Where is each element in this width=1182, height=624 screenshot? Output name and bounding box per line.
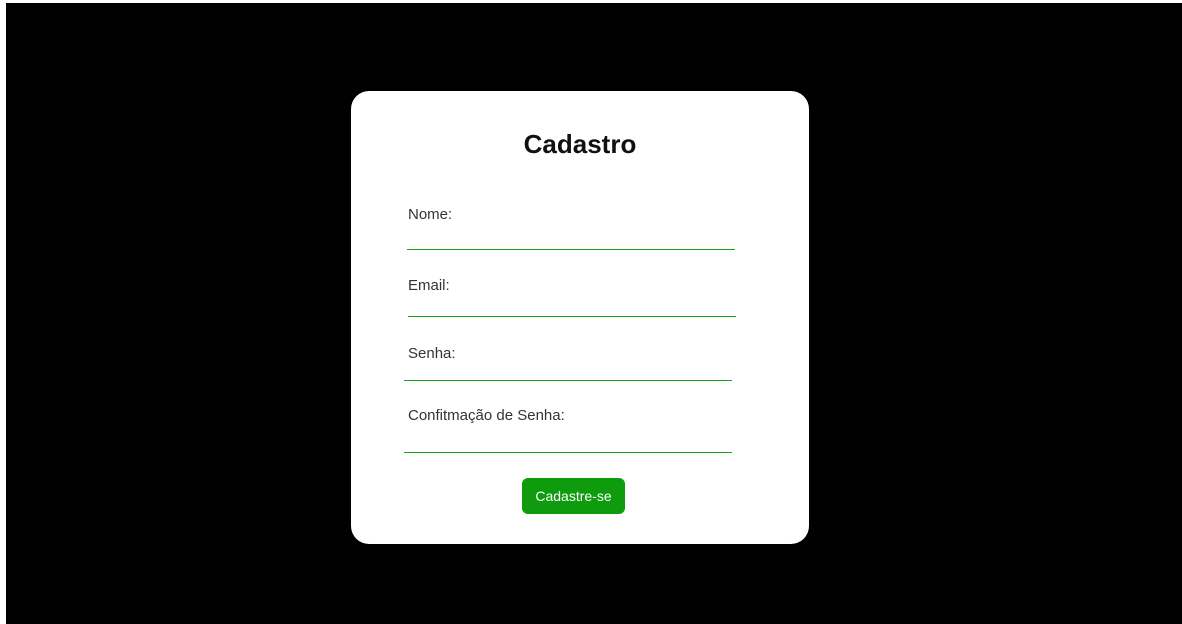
confirm-password-input[interactable] xyxy=(405,431,732,453)
name-underline xyxy=(407,249,735,250)
email-input[interactable] xyxy=(409,295,736,317)
confirm-password-label: Confitmação de Senha: xyxy=(408,407,565,424)
signup-button[interactable]: Cadastre-se xyxy=(522,478,625,514)
confirm-password-underline xyxy=(404,452,732,453)
name-label: Nome: xyxy=(408,206,453,223)
password-input[interactable] xyxy=(405,359,732,381)
email-label: Email: xyxy=(408,277,450,294)
page-background: Cadastro Nome: Email: Senha: Confitmação… xyxy=(6,3,1182,624)
name-input[interactable] xyxy=(408,227,735,249)
email-underline xyxy=(408,316,736,317)
form-title: Cadastro xyxy=(523,129,637,159)
password-underline xyxy=(404,380,732,381)
signup-card: Cadastro Nome: Email: Senha: Confitmação… xyxy=(351,91,809,544)
